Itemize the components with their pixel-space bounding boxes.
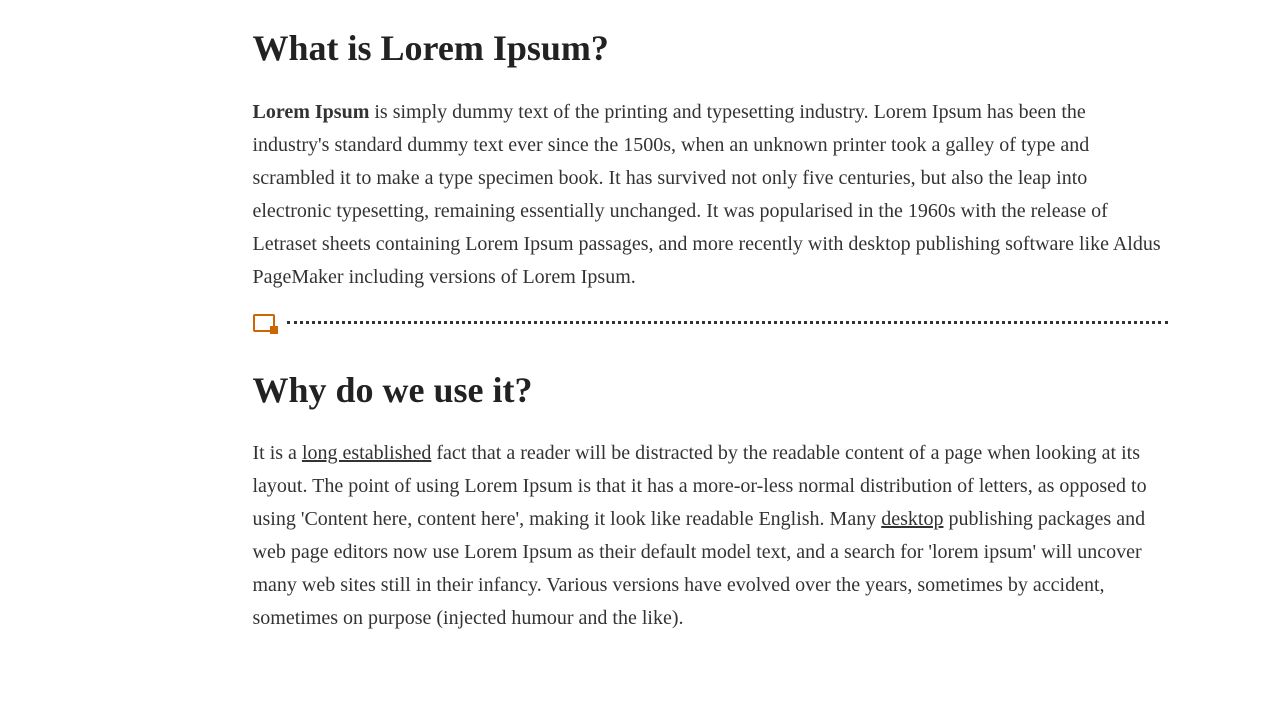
page-content: What is Lorem Ipsum? Lorem Ipsum is simp… <box>83 0 1198 685</box>
divider-row <box>253 314 1168 332</box>
section2-intro: It is a <box>253 442 302 464</box>
section-lorem-ipsum: What is Lorem Ipsum? Lorem Ipsum is simp… <box>253 20 1168 294</box>
section1-title: What is Lorem Ipsum? <box>253 20 1168 78</box>
section-why-use-it: Why do we use it? It is a long establish… <box>253 362 1168 636</box>
link-long-established[interactable]: long established <box>302 442 431 464</box>
section1-bold: Lorem Ipsum <box>253 101 370 123</box>
annotation-icon[interactable] <box>253 314 275 332</box>
section2-title: Why do we use it? <box>253 362 1168 420</box>
dotted-divider <box>287 321 1168 324</box>
section1-body-text: is simply dummy text of the printing and… <box>253 101 1161 288</box>
section1-body: Lorem Ipsum is simply dummy text of the … <box>253 96 1168 294</box>
link-desktop[interactable]: desktop <box>881 508 943 530</box>
section2-body: It is a long established fact that a rea… <box>253 437 1168 635</box>
